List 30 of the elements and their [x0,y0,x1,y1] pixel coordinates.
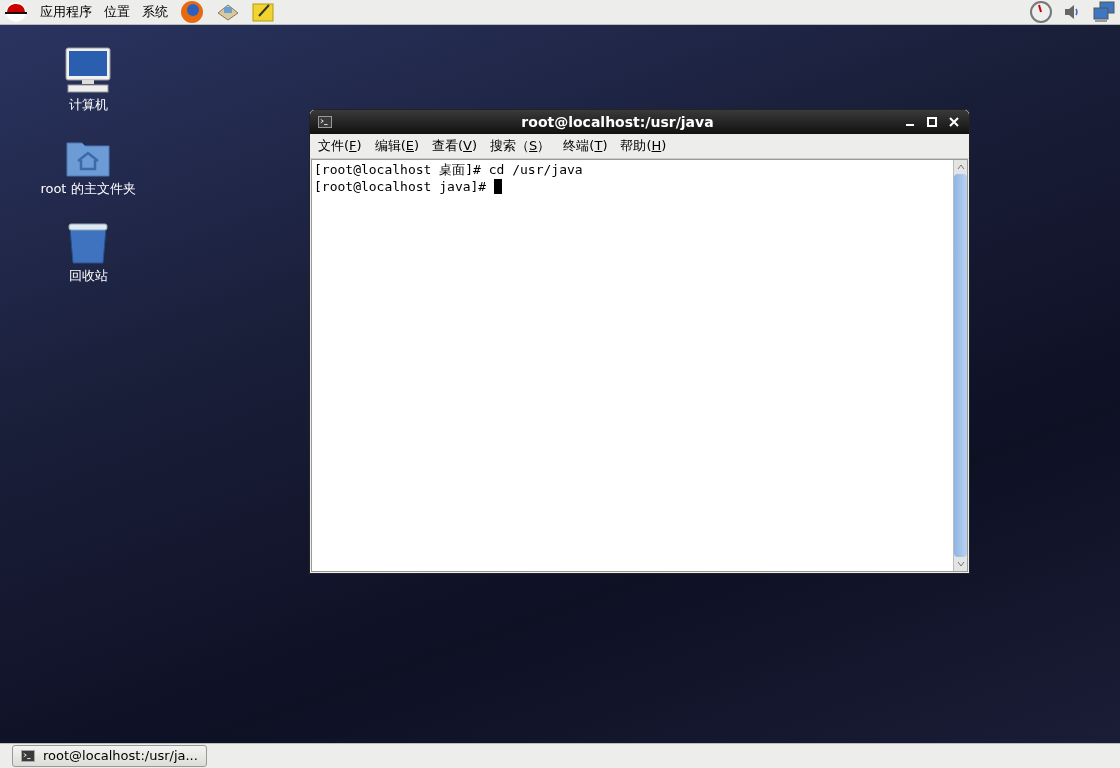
close-icon[interactable] [947,115,961,129]
network-computers-icon[interactable] [1092,1,1116,23]
terminal-line: [root@localhost 桌面]# cd /usr/java [314,160,583,179]
trash-icon [67,222,109,264]
taskbar-button[interactable]: root@localhost:/usr/ja... [12,745,207,767]
terminal-icon [21,750,35,762]
globe-icon[interactable] [180,0,204,24]
scroll-up-icon[interactable] [956,164,965,170]
menu-item[interactable]: 文件(F) [318,136,362,156]
menu-item[interactable]: 搜索（S） [490,136,551,156]
computer-icon [64,47,112,93]
menu-item[interactable]: 查看(V) [432,136,478,156]
panel-menu[interactable]: 系统 [142,2,168,22]
terminal-icon [318,116,332,128]
notepad-pencil-icon[interactable] [252,1,274,23]
terminal-line: [root@localhost java]# [314,177,488,196]
window-title: root@localhost:/usr/java [520,112,715,132]
menu-item[interactable]: 帮助(H) [620,136,667,156]
scroll-down-icon[interactable] [956,561,965,567]
desktop-icon-label[interactable]: 回收站 [68,266,108,286]
hat-logo-icon [4,2,28,22]
panel-menu[interactable]: 应用程序 [40,2,92,22]
gauge-icon[interactable] [1030,1,1052,23]
speaker-icon[interactable] [1064,3,1080,21]
menu-item[interactable]: 编辑(E) [374,136,419,156]
desktop-icon-label[interactable]: root 的主文件夹 [40,178,136,198]
panel-menu[interactable]: 位置 [104,2,130,22]
maximize-icon[interactable] [925,115,939,129]
desktop-icon-label[interactable]: 计算机 [68,95,108,115]
menu-item[interactable]: 终端(T) [563,136,608,156]
